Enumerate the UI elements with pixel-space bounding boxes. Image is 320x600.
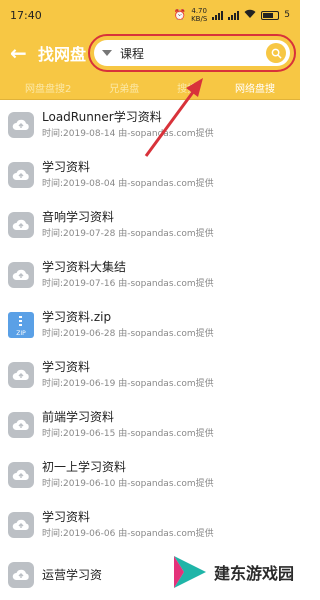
file-date: 时间:2019-07-28 [42, 229, 116, 239]
file-date: 时间:2019-08-04 [42, 179, 116, 189]
tab-pan-search-2[interactable]: 网盘盘搜2 [25, 80, 71, 95]
tab-soso[interactable]: 搜搜 [177, 80, 197, 95]
file-source: 由-sopandas.com提供 [118, 279, 214, 289]
watermark: 建东游戏园 [170, 552, 294, 592]
zip-badge: ZIP [16, 329, 26, 337]
cloud-icon [8, 462, 34, 488]
list-item[interactable]: LoadRunner学习资料时间:2019-08-14 由-sopandas.c… [0, 100, 300, 150]
cloud-icon [8, 412, 34, 438]
file-name: 学习资料大集结 [42, 260, 127, 274]
file-meta: 时间:2019-08-04 由-sopandas.com提供 [42, 177, 214, 191]
battery-icon [261, 10, 280, 20]
list-item[interactable]: 前端学习资料时间:2019-06-15 由-sopandas.com提供 [0, 400, 300, 450]
status-icons: ⏰ 4.70 KB/S 5 [174, 7, 290, 23]
status-time: 17:40 [10, 8, 42, 22]
cloud-icon [8, 112, 34, 138]
watermark-text: 建东游戏园 [213, 564, 294, 583]
network-speed-unit: KB/S [191, 15, 208, 23]
file-date: 时间:2019-06-15 [42, 429, 116, 439]
file-meta: 时间:2019-08-14 由-sopandas.com提供 [42, 127, 214, 141]
source-tabs: 网盘盘搜2 兄弟盘 搜搜 网络盘搜 [0, 76, 300, 100]
list-item[interactable]: 学习资料时间:2019-06-06 由-sopandas.com提供 [0, 500, 300, 550]
file-name: 初一上学习资料 [42, 460, 127, 474]
file-name: 学习资料 [42, 160, 91, 174]
file-name: LoadRunner学习资料 [42, 110, 162, 124]
dropdown-arrow-icon[interactable] [102, 50, 113, 56]
file-source: 由-sopandas.com提供 [118, 129, 214, 139]
search-box[interactable]: 课程 [88, 34, 296, 72]
list-item[interactable]: 初一上学习资料时间:2019-06-10 由-sopandas.com提供 [0, 450, 300, 500]
list-item[interactable]: 音响学习资料时间:2019-07-28 由-sopandas.com提供 [0, 200, 300, 250]
watermark-logo-icon [173, 556, 206, 588]
page-title: 找网盘 [38, 45, 87, 64]
battery-level: 5 [284, 10, 290, 20]
cloud-icon [8, 362, 34, 388]
search-input[interactable]: 课程 [120, 45, 266, 62]
file-source: 由-sopandas.com提供 [118, 329, 214, 339]
file-date: 时间:2019-08-14 [42, 129, 116, 139]
file-meta: 时间:2019-06-06 由-sopandas.com提供 [42, 527, 214, 541]
file-name: 学习资料.zip [42, 310, 112, 324]
cloud-icon [8, 262, 34, 288]
file-meta: 时间:2019-06-15 由-sopandas.com提供 [42, 427, 214, 441]
file-meta: 时间:2019-06-28 由-sopandas.com提供 [42, 327, 214, 341]
file-name: 音响学习资料 [42, 210, 115, 224]
file-source: 由-sopandas.com提供 [118, 229, 214, 239]
signal-icon [212, 10, 224, 20]
list-item[interactable]: ZIP 学习资料.zip 时间:2019-06-28 由-sopandas.com… [0, 300, 300, 350]
file-source: 由-sopandas.com提供 [118, 379, 214, 389]
search-icon [271, 48, 282, 59]
signal-icon-2 [228, 10, 240, 20]
search-button[interactable] [266, 43, 286, 63]
file-date: 时间:2019-06-06 [42, 529, 116, 539]
file-date: 时间:2019-06-28 [42, 329, 116, 339]
file-date: 时间:2019-06-10 [42, 479, 116, 489]
file-source: 由-sopandas.com提供 [118, 179, 214, 189]
list-item[interactable]: 学习资料大集结时间:2019-07-16 由-sopandas.com提供 [0, 250, 300, 300]
wifi-icon [244, 9, 256, 22]
tab-brother-disk[interactable]: 兄弟盘 [109, 80, 139, 95]
file-name: 前端学习资料 [42, 410, 115, 424]
file-meta: 时间:2019-07-16 由-sopandas.com提供 [42, 277, 214, 291]
file-source: 由-sopandas.com提供 [118, 479, 214, 489]
cloud-icon [8, 212, 34, 238]
list-item[interactable]: 学习资料时间:2019-08-04 由-sopandas.com提供 [0, 150, 300, 200]
zip-file-icon: ZIP [8, 312, 34, 338]
file-date: 时间:2019-06-19 [42, 379, 116, 389]
file-source: 由-sopandas.com提供 [118, 429, 214, 439]
cloud-icon [8, 162, 34, 188]
status-bar: 17:40 ⏰ 4.70 KB/S 5 [0, 0, 300, 30]
file-meta: 时间:2019-07-28 由-sopandas.com提供 [42, 227, 214, 241]
file-date: 时间:2019-07-16 [42, 279, 116, 289]
file-meta: 时间:2019-06-10 由-sopandas.com提供 [42, 477, 214, 491]
alarm-icon: ⏰ [173, 9, 187, 21]
cloud-icon [8, 562, 34, 588]
list-item[interactable]: 学习资料时间:2019-06-19 由-sopandas.com提供 [0, 350, 300, 400]
file-name: 学习资料 [42, 510, 91, 524]
tab-network-search[interactable]: 网络盘搜 [235, 80, 275, 95]
cloud-icon [8, 512, 34, 538]
file-list: LoadRunner学习资料时间:2019-08-14 由-sopandas.c… [0, 100, 300, 600]
file-name: 学习资料 [42, 360, 91, 374]
back-arrow-icon[interactable]: ← [10, 41, 38, 65]
file-meta: 时间:2019-06-19 由-sopandas.com提供 [42, 377, 214, 391]
app-header: ← 找网盘 课程 [0, 30, 300, 76]
file-source: 由-sopandas.com提供 [118, 529, 214, 539]
network-speed-value: 4.70 [191, 7, 207, 15]
network-speed: 4.70 KB/S [191, 7, 207, 23]
file-name: 运营学习资 [42, 568, 103, 582]
